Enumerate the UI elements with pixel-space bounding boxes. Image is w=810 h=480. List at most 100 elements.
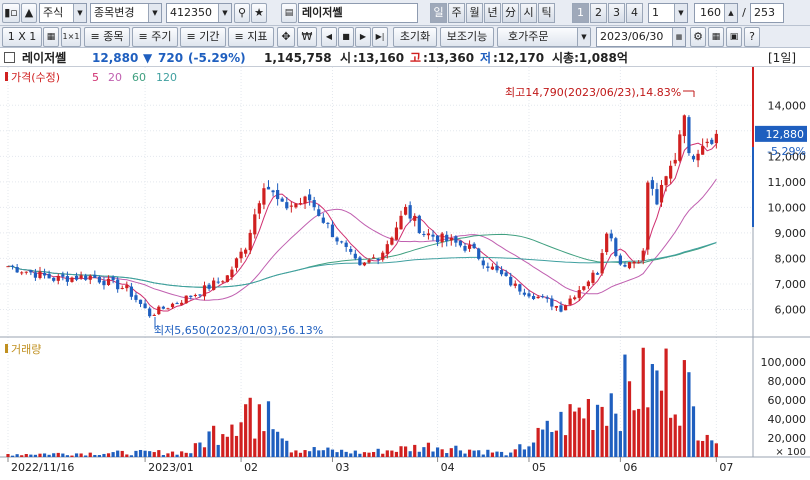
candle-body bbox=[88, 275, 92, 280]
search-icon[interactable]: ⚲ bbox=[234, 3, 250, 23]
candle-body bbox=[244, 249, 248, 254]
tab-number-3[interactable]: 4 bbox=[626, 3, 643, 23]
legend-ma5: 5 bbox=[92, 71, 99, 84]
tab-period-6[interactable]: 틱 bbox=[538, 3, 555, 23]
volume-bar bbox=[152, 452, 156, 457]
end-icon[interactable]: ▶| bbox=[372, 27, 388, 47]
volume-bar bbox=[38, 453, 42, 457]
tab-period-3[interactable]: 년 bbox=[484, 3, 501, 23]
tab-number-0[interactable]: 1 bbox=[572, 3, 589, 23]
volume-bar bbox=[230, 424, 234, 457]
candle-body bbox=[6, 266, 10, 268]
reset-button[interactable]: 초기화 bbox=[393, 27, 437, 47]
move-icon[interactable]: ✥ bbox=[277, 27, 295, 47]
date-input[interactable]: 2023/06/30 ▦ bbox=[596, 27, 686, 47]
tb2-period-button[interactable]: ≡ 주기 bbox=[132, 27, 178, 47]
save-icon[interactable]: ▣ bbox=[726, 27, 742, 47]
candle-body bbox=[641, 250, 645, 261]
count-value: 160 bbox=[700, 6, 721, 19]
tb2-indicator-label: ≡ 지표 bbox=[234, 30, 268, 43]
stock-code-input[interactable]: 412350 ▼ bbox=[166, 3, 232, 23]
candle-body bbox=[609, 233, 613, 239]
candle-body bbox=[143, 303, 147, 309]
candle-body bbox=[129, 286, 133, 297]
tab-period-4[interactable]: 分 bbox=[502, 3, 519, 23]
candle-body bbox=[29, 270, 33, 273]
candlestick-chart[interactable]: 가격(수정) 5 20 60 120 6,000 7,000 8,000 9,000 1… bbox=[0, 67, 810, 477]
volume-bar bbox=[216, 444, 220, 457]
checkbox-icon[interactable] bbox=[4, 52, 15, 63]
volume-bar bbox=[358, 453, 362, 457]
candle-body bbox=[180, 302, 184, 305]
gear-icon[interactable]: ⚙ bbox=[690, 27, 706, 47]
volume-bar bbox=[449, 448, 453, 457]
market-select[interactable]: 주식 ▼ bbox=[39, 3, 87, 23]
quote-order-button[interactable]: 호가주문 ▼ bbox=[497, 27, 591, 47]
volume-bar bbox=[531, 442, 536, 457]
candle-body bbox=[271, 190, 275, 193]
prev-icon[interactable]: ◀ bbox=[321, 27, 337, 47]
tab-period-0[interactable]: 일 bbox=[430, 3, 447, 23]
tb2-range-button[interactable]: ≡ 기간 bbox=[180, 27, 226, 47]
price-tick-label: 6,000 bbox=[775, 303, 807, 316]
help-icon[interactable]: ? bbox=[744, 27, 760, 47]
candle-body bbox=[403, 206, 408, 215]
candle-body bbox=[495, 265, 499, 271]
count-input[interactable]: 160 ▲ bbox=[694, 3, 738, 23]
candle-body bbox=[650, 180, 654, 189]
volume-bar bbox=[646, 407, 650, 457]
tb2-indicator-button[interactable]: ≡ 지표 bbox=[228, 27, 274, 47]
star-icon[interactable]: ★ bbox=[251, 3, 267, 23]
volume-bar bbox=[650, 364, 654, 457]
tab-period-1[interactable]: 주 bbox=[448, 3, 465, 23]
candle-body bbox=[591, 272, 595, 283]
chart-window: ▮▫ ▲ 주식 ▼ 종목변경 ▼ 412350 ▼ ⚲ ★ ▤ 레이저쎌 일주월년分시… bbox=[0, 0, 810, 477]
info-high-label: 고 bbox=[410, 51, 422, 65]
candle-body bbox=[701, 146, 705, 155]
grid-icon[interactable]: ▦ bbox=[43, 27, 59, 47]
tab-number-2[interactable]: 3 bbox=[608, 3, 625, 23]
scale-button[interactable]: 1 X 1 bbox=[2, 27, 42, 47]
volume-bar bbox=[88, 452, 92, 457]
candle-body bbox=[435, 235, 440, 243]
volume-bar bbox=[303, 450, 307, 457]
candle-body bbox=[216, 281, 220, 283]
candle-body bbox=[161, 306, 165, 309]
menu-icon[interactable]: ▮▫ bbox=[2, 3, 20, 23]
volume-bar bbox=[486, 449, 490, 457]
scale-label: 1 X 1 bbox=[7, 30, 37, 43]
tb2-stock-button[interactable]: ≡ 종목 bbox=[84, 27, 130, 47]
volume-tick-label: 100,000 bbox=[761, 356, 807, 369]
candle-body bbox=[372, 257, 376, 259]
stop-icon[interactable]: ■ bbox=[338, 27, 354, 47]
candle-body bbox=[691, 155, 696, 160]
next-icon[interactable]: ▶ bbox=[355, 27, 371, 47]
candle-body bbox=[678, 134, 682, 161]
candle-body bbox=[152, 314, 156, 316]
spin-icon: ▲ bbox=[724, 4, 737, 22]
layout-icon[interactable]: 1×1 bbox=[61, 27, 81, 47]
candle-body bbox=[340, 241, 344, 243]
volume-bar bbox=[563, 435, 568, 457]
volume-bar bbox=[349, 453, 353, 457]
memo-icon[interactable]: ▤ bbox=[281, 3, 297, 23]
candle-body bbox=[618, 255, 622, 265]
won-button[interactable]: ₩ bbox=[297, 27, 317, 47]
volume-bar bbox=[353, 450, 357, 457]
aux-button[interactable]: 보조기능 bbox=[440, 27, 494, 47]
tab-period-5[interactable]: 시 bbox=[520, 3, 537, 23]
candle-body bbox=[10, 265, 15, 267]
tab-number-1[interactable]: 2 bbox=[590, 3, 607, 23]
volume-bar bbox=[390, 450, 394, 457]
reset-label: 초기화 bbox=[399, 30, 431, 43]
volume-bar bbox=[257, 404, 261, 457]
candle-body bbox=[266, 186, 271, 190]
change-stock-select[interactable]: 종목변경 ▼ bbox=[90, 3, 162, 23]
volume-bar bbox=[422, 447, 426, 457]
candle-body bbox=[285, 202, 289, 209]
candle-body bbox=[659, 184, 664, 203]
up-arrow-icon[interactable]: ▲ bbox=[21, 3, 37, 23]
tab-period-2[interactable]: 월 bbox=[466, 3, 483, 23]
interval-input[interactable]: 1 ▼ bbox=[648, 3, 688, 23]
table-icon[interactable]: ▦ bbox=[708, 27, 724, 47]
